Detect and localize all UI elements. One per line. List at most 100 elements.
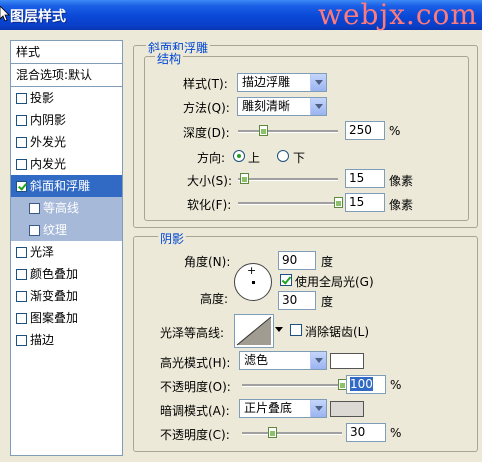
altitude-unit: 度 — [321, 295, 334, 309]
shadow-opacity-thumb[interactable] — [268, 427, 277, 438]
contour-dropdown-icon[interactable] — [275, 327, 283, 333]
size-slider[interactable] — [238, 173, 338, 185]
chevron-down-icon[interactable] — [310, 400, 326, 417]
gloss-contour-preview[interactable] — [234, 314, 274, 348]
style-list-header[interactable]: 样式 — [11, 41, 122, 64]
direction-down-radio[interactable] — [277, 150, 289, 162]
blend-options-item[interactable]: 混合选项:默认 — [11, 64, 122, 87]
technique-label: 方法(Q): — [183, 101, 230, 115]
depth-unit: % — [389, 124, 401, 138]
watermark-text: webjx.com — [318, 0, 478, 31]
shadow-opacity-slider[interactable] — [242, 427, 342, 439]
style-item[interactable]: 等高线 — [11, 197, 122, 219]
style-item-label: 内发光 — [30, 157, 67, 171]
highlight-opacity-input[interactable]: 100 — [346, 375, 386, 394]
style-item-label: 投影 — [30, 91, 55, 105]
direction-up-radio[interactable] — [233, 150, 245, 162]
style-item[interactable]: 描边 — [11, 329, 122, 351]
direction-up-label[interactable]: 上 — [248, 149, 260, 166]
style-item[interactable]: 内阴影 — [11, 109, 122, 131]
structure-title: 结构 — [155, 50, 184, 67]
style-item-checkbox[interactable] — [16, 290, 27, 302]
style-item[interactable]: 外发光 — [11, 131, 122, 153]
structure-group: 结构 样式(T): 描边浮雕 方法(Q): 雕刻清晰 深度(D): 250 % … — [144, 50, 469, 221]
angle-input[interactable]: 90 — [278, 251, 316, 270]
style-item-label: 描边 — [30, 333, 55, 347]
style-item[interactable]: 内发光 — [11, 153, 122, 175]
style-item-checkbox[interactable] — [16, 268, 27, 280]
style-item[interactable]: 光泽 — [11, 241, 122, 263]
shadow-mode-select[interactable]: 正片叠底 — [239, 399, 327, 418]
style-item[interactable]: 渐变叠加 — [11, 285, 122, 307]
style-list: 样式 混合选项:默认 投影内阴影 外发光内发光斜面和浮雕等高线纹理光泽颜色叠加 渐变… — [10, 40, 123, 456]
highlight-color-swatch[interactable] — [330, 353, 364, 369]
soften-slider-thumb[interactable] — [334, 197, 343, 208]
chevron-down-icon[interactable] — [310, 74, 326, 91]
style-item-checkbox[interactable] — [16, 158, 27, 170]
highlight-opacity-value: 100 — [350, 377, 373, 391]
soften-slider-track — [238, 202, 338, 205]
shadow-opacity-input[interactable]: 30 — [346, 423, 386, 442]
size-slider-thumb[interactable] — [240, 173, 249, 184]
size-unit: 像素 — [389, 174, 414, 188]
chevron-down-icon[interactable] — [310, 98, 326, 115]
technique-select[interactable]: 雕刻清晰 — [237, 97, 327, 116]
crosshair-icon: + — [247, 264, 257, 277]
depth-value: 250 — [349, 123, 372, 137]
style-item[interactable]: 斜面和浮雕 — [11, 175, 122, 197]
style-item-checkbox[interactable] — [29, 224, 40, 236]
global-light-checkbox[interactable] — [280, 274, 292, 286]
style-item[interactable]: 投影 — [11, 87, 122, 109]
style-item-checkbox[interactable] — [29, 202, 40, 214]
style-item-label: 光泽 — [30, 245, 55, 259]
style-item-checkbox[interactable] — [16, 246, 27, 258]
shading-group: 阴影 角度(N): + 90 度 使用全局光(G) 高度: 30 度 光泽等高线… — [133, 230, 478, 452]
highlight-mode-label: 高光模式(H): — [160, 356, 231, 370]
size-slider-track — [238, 178, 338, 181]
size-input[interactable]: 15 — [345, 169, 385, 188]
angle-label: 角度(N): — [184, 255, 231, 269]
size-value: 15 — [349, 171, 365, 185]
depth-input[interactable]: 250 — [345, 121, 385, 140]
style-item-checkbox[interactable] — [16, 92, 27, 104]
style-item[interactable]: 图案叠加 — [11, 307, 122, 329]
shadow-color-swatch[interactable] — [330, 401, 364, 417]
altitude-input[interactable]: 30 — [278, 291, 316, 310]
highlight-mode-select[interactable]: 滤色 — [239, 351, 327, 370]
shadow-opacity-value: 30 — [350, 425, 366, 439]
anti-alias-label[interactable]: 消除锯齿(L) — [305, 323, 369, 340]
style-select[interactable]: 描边浮雕 — [237, 73, 327, 92]
altitude-label: 高度: — [200, 292, 229, 306]
style-item[interactable]: 纹理 — [11, 219, 122, 241]
style-item-checkbox[interactable] — [16, 136, 27, 148]
bevel-emboss-group: 斜面和浮雕 结构 样式(T): 描边浮雕 方法(Q): 雕刻清晰 深度(D): … — [133, 39, 478, 228]
soften-label: 软化(F): — [187, 198, 232, 212]
highlight-mode-value: 滤色 — [244, 353, 269, 367]
style-item-label: 斜面和浮雕 — [30, 179, 91, 193]
shadow-opacity-label: 不透明度(C): — [160, 428, 230, 442]
title-bar[interactable]: 图层样式 webjx.com — [0, 0, 482, 31]
depth-slider[interactable] — [238, 125, 338, 137]
style-item-label: 等高线 — [43, 201, 80, 215]
technique-select-value: 雕刻清晰 — [242, 99, 291, 113]
angle-unit: 度 — [321, 255, 334, 269]
angle-dial[interactable]: + — [234, 263, 272, 301]
shadow-mode-value: 正片叠底 — [244, 401, 293, 415]
style-item-checkbox[interactable] — [16, 114, 27, 126]
depth-slider-thumb[interactable] — [259, 125, 268, 136]
angle-dial-center — [252, 281, 255, 284]
style-item-checkbox[interactable] — [16, 334, 27, 346]
style-item-checkbox[interactable] — [16, 312, 27, 324]
highlight-opacity-slider[interactable] — [242, 379, 347, 391]
direction-down-label[interactable]: 下 — [293, 149, 305, 166]
style-item-checkbox[interactable] — [16, 180, 27, 192]
anti-alias-checkbox[interactable] — [290, 324, 302, 336]
chevron-down-icon[interactable] — [310, 352, 326, 369]
soften-input[interactable]: 15 — [345, 193, 385, 212]
global-light-label[interactable]: 使用全局光(G) — [295, 273, 374, 290]
window-title: 图层样式 — [10, 9, 66, 25]
highlight-opacity-track — [242, 384, 342, 387]
soften-slider[interactable] — [238, 197, 343, 209]
style-item-label: 图案叠加 — [30, 311, 79, 325]
style-item[interactable]: 颜色叠加 — [11, 263, 122, 285]
